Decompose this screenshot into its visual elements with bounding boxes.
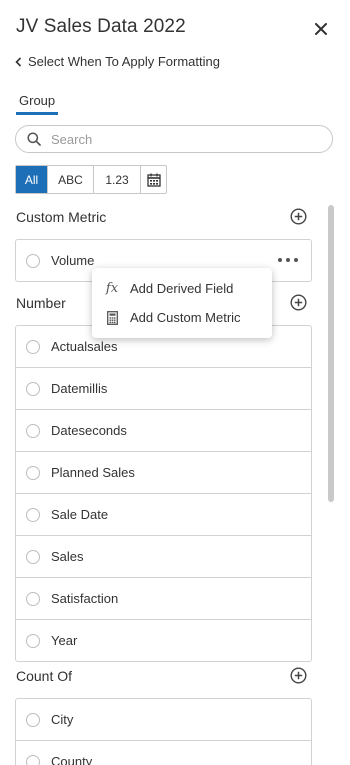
list-item[interactable]: Planned Sales bbox=[16, 452, 311, 494]
context-menu: fx Add Derived Field Add Custom Metric bbox=[92, 268, 272, 338]
list-item-label: Dateseconds bbox=[51, 423, 127, 438]
add-custom-metric-icon[interactable] bbox=[290, 208, 307, 225]
search-box bbox=[15, 125, 333, 153]
tab-bar: Group bbox=[16, 92, 59, 115]
list-item-label: Volume bbox=[51, 253, 95, 268]
section-title-custom-metric: Custom Metric bbox=[16, 209, 107, 225]
radio-button[interactable] bbox=[26, 712, 40, 727]
add-number-icon[interactable] bbox=[290, 294, 307, 311]
radio-button[interactable] bbox=[26, 253, 40, 268]
list-item-label: City bbox=[51, 712, 74, 727]
list-item[interactable]: Sale Date bbox=[16, 494, 311, 536]
list-item-label: Planned Sales bbox=[51, 465, 135, 480]
count-of-list: City County bbox=[15, 698, 312, 765]
list-item-label: County bbox=[51, 754, 93, 765]
more-options-button[interactable] bbox=[278, 254, 298, 266]
menu-item-label: Add Custom Metric bbox=[130, 310, 241, 325]
close-button[interactable] bbox=[312, 20, 330, 38]
radio-button[interactable] bbox=[26, 507, 40, 522]
back-link[interactable]: Select When To Apply Formatting bbox=[15, 54, 220, 69]
calendar-icon bbox=[146, 173, 161, 187]
radio-button[interactable] bbox=[26, 381, 40, 396]
radio-button[interactable] bbox=[26, 591, 40, 606]
list-item-label: Datemillis bbox=[51, 381, 108, 396]
list-item[interactable]: Dateseconds bbox=[16, 410, 311, 452]
list-item-label: Sale Date bbox=[51, 507, 109, 522]
filter-all-button[interactable]: All bbox=[16, 166, 48, 193]
radio-button[interactable] bbox=[26, 423, 40, 438]
dot-icon bbox=[286, 258, 290, 262]
list-item[interactable]: Sales bbox=[16, 536, 311, 578]
list-item[interactable]: Satisfaction bbox=[16, 578, 311, 620]
list-item[interactable]: City bbox=[16, 699, 311, 741]
close-icon bbox=[315, 23, 327, 35]
search-icon bbox=[27, 132, 41, 146]
list-item-label: Actualsales bbox=[51, 339, 118, 354]
format-panel: JV Sales Data 2022 Select When To Apply … bbox=[0, 0, 350, 765]
radio-button[interactable] bbox=[26, 754, 40, 765]
list-item[interactable]: Year bbox=[16, 620, 311, 661]
list-item-label: Year bbox=[51, 633, 78, 648]
radio-button[interactable] bbox=[26, 339, 40, 354]
radio-button[interactable] bbox=[26, 633, 40, 648]
dot-icon bbox=[278, 258, 282, 262]
filter-date-button[interactable] bbox=[141, 166, 166, 193]
list-item[interactable]: County bbox=[16, 741, 311, 765]
list-item-label: Satisfaction bbox=[51, 591, 119, 606]
section-title-count-of: Count Of bbox=[16, 668, 73, 684]
type-filter-group: All ABC 1.23 bbox=[15, 165, 167, 194]
number-list: Actualsales Datemillis Dateseconds Plann… bbox=[15, 325, 312, 662]
dot-icon bbox=[294, 258, 298, 262]
menu-item-label: Add Derived Field bbox=[130, 281, 234, 296]
chevron-left-icon bbox=[15, 56, 22, 67]
calculator-icon bbox=[104, 310, 120, 325]
tab-group[interactable]: Group bbox=[16, 93, 59, 115]
menu-item-add-custom-metric[interactable]: Add Custom Metric bbox=[92, 303, 272, 332]
list-item[interactable]: Datemillis bbox=[16, 368, 311, 410]
panel-title: JV Sales Data 2022 bbox=[16, 16, 186, 37]
section-title-number: Number bbox=[16, 295, 66, 311]
fx-icon: fx bbox=[105, 281, 119, 296]
add-count-of-icon[interactable] bbox=[290, 667, 307, 684]
radio-button[interactable] bbox=[26, 465, 40, 480]
back-link-label: Select When To Apply Formatting bbox=[28, 54, 220, 69]
scrollbar-thumb[interactable] bbox=[328, 205, 334, 502]
search-input[interactable] bbox=[49, 130, 313, 148]
menu-item-add-derived-field[interactable]: fx Add Derived Field bbox=[92, 274, 272, 303]
filter-text-button[interactable]: ABC bbox=[48, 166, 94, 193]
radio-button[interactable] bbox=[26, 549, 40, 564]
list-item-label: Sales bbox=[51, 549, 84, 564]
filter-number-button[interactable]: 1.23 bbox=[94, 166, 141, 193]
